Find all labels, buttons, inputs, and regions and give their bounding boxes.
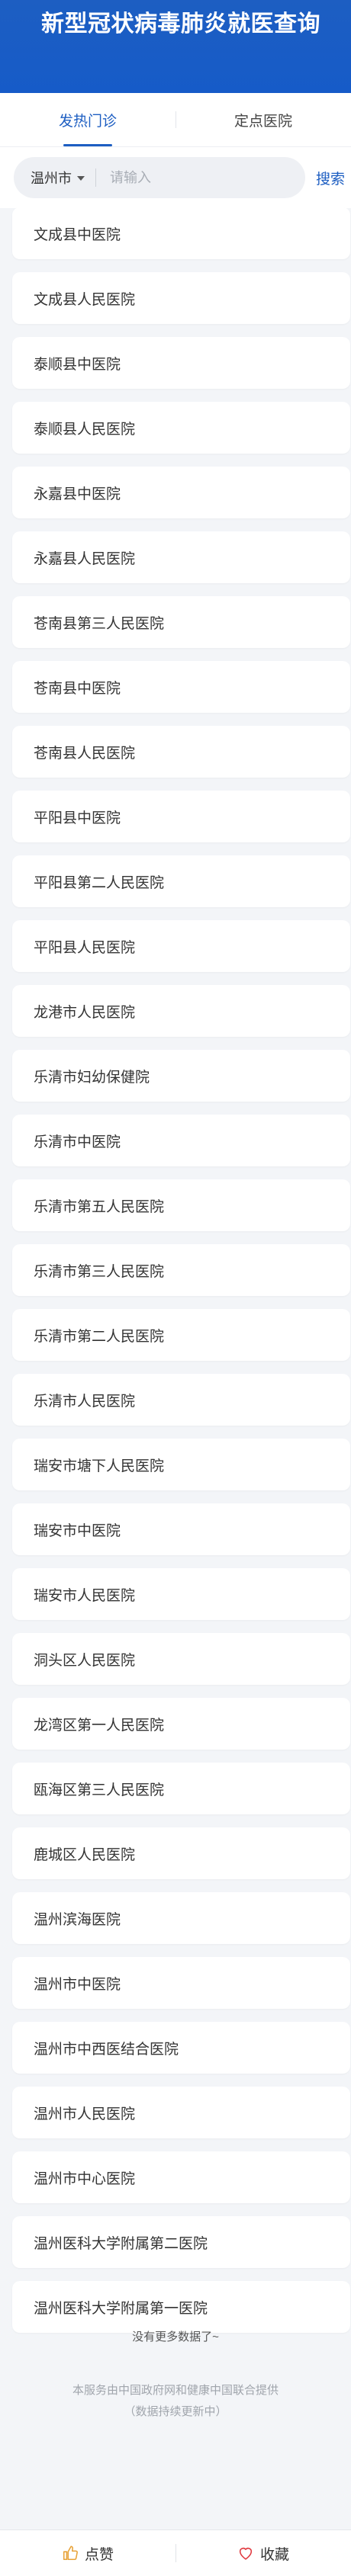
list-item[interactable]: 龙港市人民医院 bbox=[12, 985, 350, 1037]
list-item[interactable]: 瑞安市塘下人民医院 bbox=[12, 1439, 350, 1490]
list-item[interactable]: 温州医科大学附属第一医院 bbox=[12, 2281, 350, 2333]
hospital-name: 鹿城区人民医院 bbox=[34, 1846, 136, 1863]
hospital-name: 永嘉县人民医院 bbox=[34, 550, 136, 567]
bottom-bar: 点赞 收藏 bbox=[0, 2529, 351, 2576]
hospital-name: 文成县人民医院 bbox=[34, 291, 136, 308]
tab-bar: 发热门诊 定点医院 bbox=[0, 93, 351, 147]
hospital-name: 乐清市妇幼保健院 bbox=[34, 1069, 150, 1086]
hospital-name: 乐清市第二人民医院 bbox=[34, 1328, 165, 1345]
list-item[interactable]: 温州市中医院 bbox=[12, 1957, 350, 2009]
search-button[interactable]: 搜索 bbox=[316, 147, 345, 208]
list-item[interactable]: 平阳县中医院 bbox=[12, 791, 350, 842]
hospital-name: 平阳县中医院 bbox=[34, 810, 121, 826]
hospital-name: 苍南县第三人民医院 bbox=[34, 615, 165, 632]
hospital-name: 泰顺县人民医院 bbox=[34, 421, 136, 438]
hospital-name: 温州滨海医院 bbox=[34, 1911, 121, 1928]
hospital-name: 泰顺县中医院 bbox=[34, 356, 121, 373]
list-item[interactable]: 永嘉县人民医院 bbox=[12, 531, 350, 583]
no-more-text: 没有更多数据了~ bbox=[132, 2331, 219, 2343]
hospital-name: 永嘉县中医院 bbox=[34, 486, 121, 502]
caret-down-icon bbox=[77, 176, 85, 181]
hospital-name: 温州市中医院 bbox=[34, 1976, 121, 1993]
hospital-name: 瓯海区第三人民医院 bbox=[34, 1782, 165, 1798]
hospital-name: 乐清市第三人民医院 bbox=[34, 1263, 165, 1280]
city-label: 温州市 bbox=[31, 171, 72, 186]
search-bar: 温州市 搜索 bbox=[0, 147, 351, 208]
list-item[interactable]: 平阳县人民医院 bbox=[12, 920, 350, 972]
hospital-name: 龙湾区第一人民医院 bbox=[34, 1717, 165, 1734]
hospital-name: 乐清市人民医院 bbox=[34, 1393, 136, 1410]
list-item[interactable]: 温州市人民医院 bbox=[12, 2087, 350, 2138]
header: 新型冠状病毒肺炎就医查询 bbox=[0, 0, 351, 93]
list-item[interactable]: 乐清市第五人民医院 bbox=[12, 1179, 350, 1231]
list-item[interactable]: 文成县中医院 bbox=[12, 207, 350, 259]
city-dropdown[interactable]: 温州市 bbox=[14, 157, 95, 198]
favorite-button[interactable]: 收藏 bbox=[176, 2530, 351, 2576]
hospital-name: 洞头区人民医院 bbox=[34, 1652, 136, 1669]
list-item[interactable]: 温州医科大学附属第二医院 bbox=[12, 2216, 350, 2268]
hospital-name: 温州医科大学附属第二医院 bbox=[34, 2235, 208, 2252]
hospital-name: 平阳县人民医院 bbox=[34, 939, 136, 956]
footer-note: 本服务由中国政府网和健康中国联合提供 （数据持续更新中） bbox=[0, 2380, 351, 2423]
footer-line-1: 本服务由中国政府网和健康中国联合提供 bbox=[72, 2384, 279, 2397]
hospital-name: 苍南县人民医院 bbox=[34, 745, 136, 762]
hospital-name: 文成县中医院 bbox=[34, 226, 121, 243]
hospital-name: 苍南县中医院 bbox=[34, 680, 121, 697]
list-item[interactable]: 温州市中西医结合医院 bbox=[12, 2022, 350, 2074]
list-item[interactable]: 温州滨海医院 bbox=[12, 1892, 350, 1944]
hospital-name: 乐清市第五人民医院 bbox=[34, 1198, 165, 1215]
list-item[interactable]: 瑞安市人民医院 bbox=[12, 1568, 350, 1620]
list-item[interactable]: 乐清市妇幼保健院 bbox=[12, 1050, 350, 1102]
like-button[interactable]: 点赞 bbox=[0, 2530, 176, 2576]
hospital-name: 龙港市人民医院 bbox=[34, 1004, 136, 1021]
list-item[interactable]: 龙湾区第一人民医院 bbox=[12, 1698, 350, 1750]
favorite-label: 收藏 bbox=[259, 2546, 289, 2563]
search-input[interactable] bbox=[96, 156, 305, 199]
hospital-name: 瑞安市人民医院 bbox=[34, 1587, 136, 1604]
thumbs-up-icon bbox=[63, 2546, 78, 2561]
list-item[interactable]: 苍南县中医院 bbox=[12, 661, 350, 713]
list-item[interactable]: 泰顺县中医院 bbox=[12, 337, 350, 389]
list-item[interactable]: 乐清市人民医院 bbox=[12, 1374, 350, 1426]
hospital-name: 温州市中心医院 bbox=[34, 2170, 136, 2187]
list-item[interactable]: 平阳县第二人民医院 bbox=[12, 855, 350, 907]
hospital-name: 平阳县第二人民医院 bbox=[34, 874, 165, 891]
list-item[interactable]: 乐清市中医院 bbox=[12, 1115, 350, 1166]
list-item[interactable]: 洞头区人民医院 bbox=[12, 1633, 350, 1685]
list-item[interactable]: 鹿城区人民医院 bbox=[12, 1827, 350, 1879]
hospital-name: 瑞安市中医院 bbox=[34, 1522, 121, 1539]
hospital-name: 温州市人民医院 bbox=[34, 2106, 136, 2122]
heart-icon bbox=[239, 2547, 253, 2560]
tab-designated-hospital[interactable]: 定点医院 bbox=[176, 93, 351, 146]
page-title: 新型冠状病毒肺炎就医查询 bbox=[41, 11, 320, 37]
list-item[interactable]: 苍南县第三人民医院 bbox=[12, 596, 350, 648]
hospital-name: 温州医科大学附属第一医院 bbox=[34, 2300, 208, 2317]
hospital-name: 瑞安市塘下人民医院 bbox=[34, 1458, 165, 1474]
hospital-name: 温州市中西医结合医院 bbox=[34, 2041, 179, 2058]
list-item[interactable]: 温州市中心医院 bbox=[12, 2151, 350, 2203]
list-item[interactable]: 苍南县人民医院 bbox=[12, 726, 350, 778]
footer-line-2: （数据持续更新中） bbox=[124, 2405, 227, 2418]
list-item[interactable]: 乐清市第二人民医院 bbox=[12, 1309, 350, 1361]
list-item[interactable]: 永嘉县中医院 bbox=[12, 467, 350, 518]
tab-fever-clinic[interactable]: 发热门诊 bbox=[0, 93, 176, 146]
list-item[interactable]: 泰顺县人民医院 bbox=[12, 402, 350, 454]
list-item[interactable]: 文成县人民医院 bbox=[12, 272, 350, 324]
list-item[interactable]: 瑞安市中医院 bbox=[12, 1503, 350, 1555]
list-item[interactable]: 瓯海区第三人民医院 bbox=[12, 1763, 350, 1814]
like-label: 点赞 bbox=[84, 2546, 114, 2563]
list-item[interactable]: 乐清市第三人民医院 bbox=[12, 1244, 350, 1296]
hospital-name: 乐清市中医院 bbox=[34, 1134, 121, 1150]
search-box: 温州市 bbox=[14, 156, 305, 199]
page: 新型冠状病毒肺炎就医查询 发热门诊 定点医院 温州市 搜索 文成县中医院文成县人… bbox=[0, 0, 351, 2576]
